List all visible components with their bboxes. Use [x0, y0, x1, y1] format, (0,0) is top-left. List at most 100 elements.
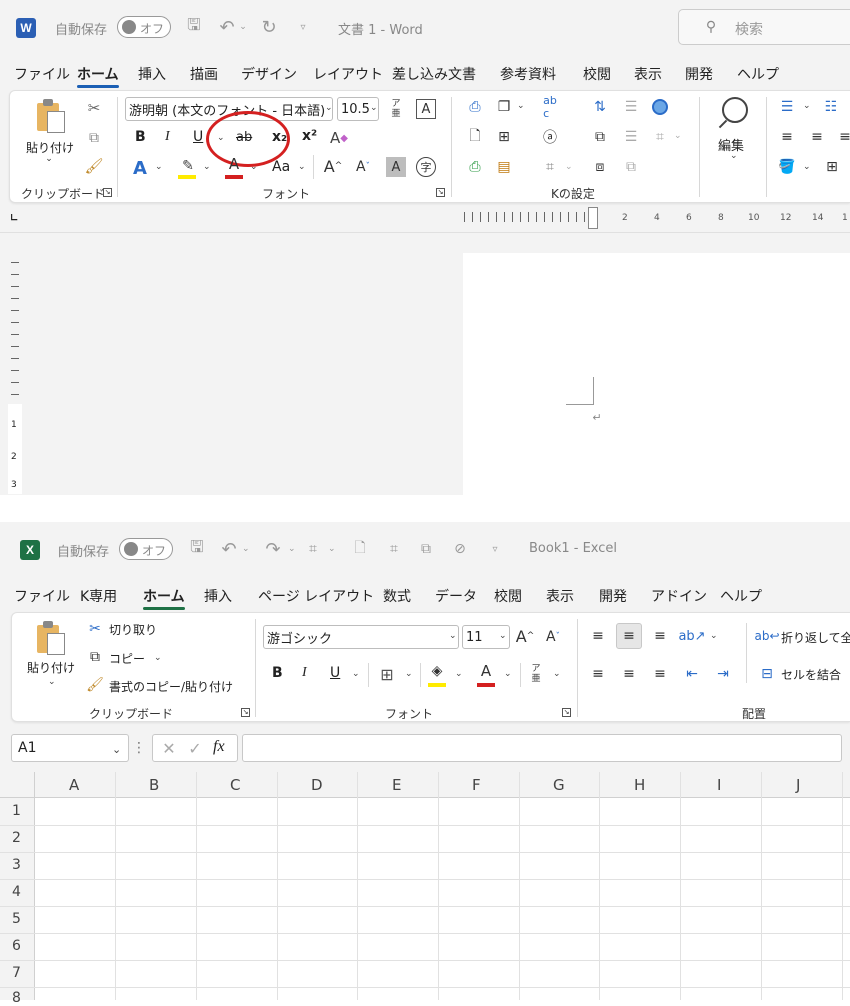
excel-tab-addins[interactable]: アドイン — [651, 586, 707, 606]
excel-redo-dropdown-icon[interactable]: ⌄ — [288, 544, 296, 554]
autosave-toggle[interactable]: オフ — [117, 16, 171, 38]
bullets-icon[interactable]: ☰ — [776, 97, 798, 117]
custom-icon-12[interactable]: ⧉ — [621, 157, 641, 177]
formula-input[interactable] — [242, 734, 842, 762]
excel-borders-icon[interactable]: ⊞ — [376, 663, 398, 685]
text-effects-icon[interactable]: A — [128, 156, 152, 180]
align-left-icon[interactable]: ≡ — [776, 127, 798, 147]
custom-icon-9[interactable]: ⎙ — [465, 157, 485, 177]
excel-font-name-dropdown[interactable]: 游ゴシック — [263, 625, 459, 649]
search-box[interactable]: ⚲ 検索 — [678, 9, 850, 45]
font-name-chevron-icon[interactable]: ⌄ — [325, 103, 333, 113]
custom-icon-2[interactable]: ❐ — [494, 97, 514, 117]
excel-align-left-icon[interactable]: ≡ — [587, 663, 609, 685]
excel-redo-icon[interactable]: ↷ — [262, 538, 284, 560]
custom-icon-10[interactable]: ▤ — [494, 157, 514, 177]
superscript-button[interactable]: x² — [302, 128, 317, 144]
crop-dropdown-icon[interactable]: ⌄ — [565, 162, 573, 172]
excel-clipboard-paste-icon[interactable] — [37, 621, 67, 657]
excel-tab-review[interactable]: 校閲 — [494, 586, 522, 606]
indent-marker[interactable] — [588, 207, 598, 229]
underline-button[interactable]: U — [193, 129, 203, 145]
excel-qat-icon-2[interactable]: 🗋 — [350, 538, 370, 560]
column-header-f[interactable]: F — [472, 776, 481, 794]
excel-tab-view[interactable]: 表示 — [546, 586, 574, 606]
shading-icon[interactable]: 🪣 — [776, 157, 798, 177]
excel-fill-dropdown-icon[interactable]: ⌄ — [455, 669, 463, 679]
custom-icon-7[interactable]: ☰ — [621, 127, 641, 147]
bullets-dropdown-icon[interactable]: ⌄ — [803, 101, 811, 111]
tab-help[interactable]: ヘルプ — [737, 64, 779, 84]
excel-bold-button[interactable]: B — [272, 665, 283, 681]
row-header-6[interactable]: 6 — [12, 938, 21, 954]
column-header-i[interactable]: I — [717, 776, 721, 794]
excel-grow-font-icon[interactable]: A ^ — [513, 625, 537, 647]
column-header-b[interactable]: B — [149, 776, 159, 794]
row-header-4[interactable]: 4 — [12, 884, 21, 900]
tab-design[interactable]: デザイン — [241, 64, 297, 84]
excel-cut-icon[interactable]: ✂ — [85, 619, 105, 639]
excel-phonetic-icon[interactable]: ア亜 — [527, 663, 545, 685]
name-box[interactable]: A1 ⌄ — [11, 734, 129, 762]
save-icon[interactable]: 🖫 — [183, 15, 205, 38]
excel-tab-help[interactable]: ヘルプ — [720, 586, 762, 606]
clear-formatting-icon[interactable]: A ◆ — [328, 127, 350, 149]
column-header-a[interactable]: A — [69, 776, 79, 794]
excel-copy-label[interactable]: コピー — [109, 650, 145, 667]
excel-font-launcher-icon[interactable]: ↘ — [562, 708, 571, 717]
shrink-font-icon[interactable]: Aˇ — [352, 157, 374, 177]
cancel-entry-icon[interactable]: ✕ — [159, 738, 179, 758]
custom-icon-5[interactable]: ⓐ — [540, 127, 560, 147]
decrease-indent-icon[interactable]: ⇤ — [681, 663, 703, 685]
excel-align-center-icon[interactable]: ≡ — [618, 663, 640, 685]
change-case-dropdown-icon[interactable]: ⌄ — [298, 162, 306, 172]
record-icon[interactable] — [650, 97, 670, 117]
align-right-icon[interactable]: ≡ — [834, 127, 850, 147]
increase-indent-icon[interactable]: ⇥ — [712, 663, 734, 685]
excel-underline-button[interactable]: U — [330, 665, 340, 681]
excel-underline-dropdown-icon[interactable]: ⌄ — [352, 669, 360, 679]
tab-view[interactable]: 表示 — [634, 64, 662, 84]
excel-italic-button[interactable]: I — [302, 665, 307, 681]
highlight-icon[interactable]: ✎ — [177, 155, 199, 177]
character-shading-icon[interactable]: A — [386, 157, 406, 177]
excel-tab-developer[interactable]: 開発 — [599, 586, 627, 606]
custom-icon-1[interactable]: ⎙ — [465, 97, 485, 117]
excel-copy-icon[interactable]: ⧉ — [85, 647, 105, 667]
excel-font-name-chevron-icon[interactable]: ⌄ — [449, 631, 457, 641]
select-all-corner[interactable] — [0, 772, 35, 798]
grow-font-icon[interactable]: A ^ — [321, 155, 345, 177]
spelling-icon[interactable]: ab c — [540, 94, 560, 120]
character-border-icon[interactable]: A — [416, 99, 436, 119]
highlight-dropdown-icon[interactable]: ⌄ — [203, 162, 211, 172]
excel-paste-dropdown-icon[interactable]: ⌄ — [48, 677, 56, 687]
editing-dropdown-icon[interactable]: ⌄ — [730, 151, 738, 161]
insert-function-button[interactable]: fx — [213, 738, 225, 756]
numbering-icon[interactable]: ☷ — [820, 97, 842, 117]
redo-icon[interactable]: ↻ — [258, 16, 280, 38]
column-header-d[interactable]: D — [311, 776, 323, 794]
tab-home[interactable]: ホーム — [77, 64, 119, 88]
text-effects-dropdown-icon[interactable]: ⌄ — [155, 162, 163, 172]
custom-icon-4[interactable]: ⊞ — [494, 127, 514, 147]
customize-qat-icon[interactable]: ▿ — [296, 18, 310, 36]
align-top-icon[interactable]: ≡ — [587, 625, 609, 647]
rule-icon[interactable]: ☰ — [621, 97, 641, 117]
excel-qat-icon-3[interactable]: ⧉ — [416, 538, 436, 560]
excel-tab-data[interactable]: データ — [435, 586, 477, 606]
excel-clipboard-launcher-icon[interactable]: ↘ — [241, 708, 250, 717]
copy-icon[interactable]: ⧉ — [83, 127, 105, 149]
excel-font-color-dropdown-icon[interactable]: ⌄ — [504, 669, 512, 679]
excel-shrink-font-icon[interactable]: Aˇ — [542, 627, 564, 647]
excel-qat-crop-icon[interactable]: ⌗ — [384, 538, 404, 560]
font-color-icon[interactable]: A — [223, 154, 245, 174]
excel-tab-insert[interactable]: 挿入 — [204, 586, 232, 606]
tab-mailings[interactable]: 差し込み文書 — [392, 64, 476, 84]
phonetic-guide-icon[interactable]: ア亜 — [387, 97, 405, 121]
font-color-dropdown-icon[interactable]: ⌄ — [250, 162, 258, 172]
excel-format-painter-icon[interactable]: 🖌 — [85, 675, 105, 695]
excel-paste-label[interactable]: 貼り付け — [27, 659, 75, 676]
change-case-button[interactable]: Aa — [272, 159, 290, 175]
vertical-ruler[interactable]: 1 2 3 — [8, 262, 22, 494]
tab-file[interactable]: ファイル — [14, 64, 70, 84]
